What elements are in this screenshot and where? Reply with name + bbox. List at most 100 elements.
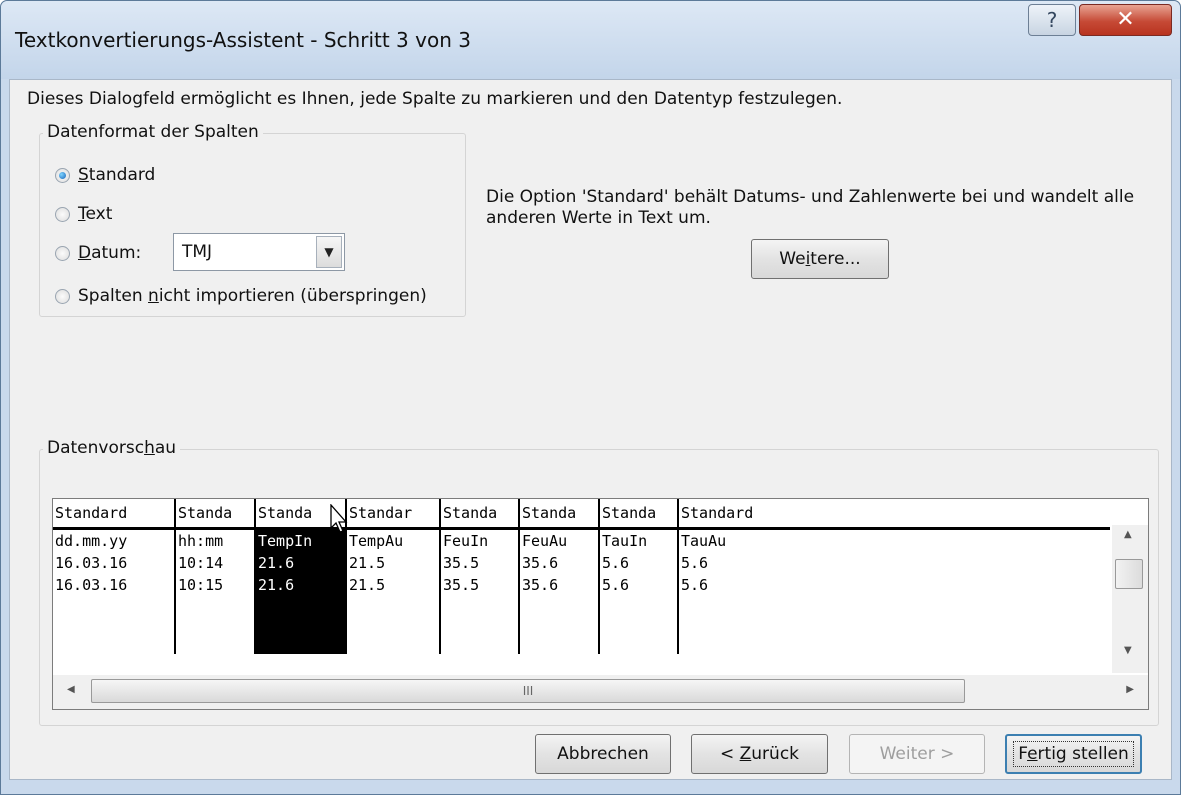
preview-cell[interactable]: 5.6 bbox=[678, 574, 1110, 596]
radio-skip-indicator[interactable] bbox=[55, 289, 70, 304]
radio-datum-accel: D bbox=[78, 243, 92, 263]
format-info-text: Die Option 'Standard' behält Datums- und… bbox=[486, 187, 1135, 228]
preview-cell[interactable]: 10:15 bbox=[175, 574, 256, 596]
preview-cell[interactable]: TauAu bbox=[678, 529, 1110, 553]
preview-cell[interactable]: 21.6 bbox=[255, 574, 347, 596]
radio-datum-label: atum: bbox=[91, 243, 142, 263]
radio-standard-label: tandard bbox=[88, 165, 156, 185]
radio-text-accel: T bbox=[78, 204, 86, 224]
scroll-left-icon[interactable]: ◀ bbox=[67, 684, 75, 695]
cancel-button[interactable]: Abbrechen bbox=[535, 734, 671, 774]
dialog-description: Dieses Dialogfeld ermöglicht es Ihnen, j… bbox=[27, 89, 843, 109]
preview-cell-empty bbox=[599, 596, 679, 654]
preview-cell[interactable]: dd.mm.yy bbox=[53, 528, 176, 552]
finish-button[interactable]: Fertig stellen bbox=[1005, 734, 1142, 774]
column-type-header[interactable]: Standa bbox=[440, 499, 520, 530]
column-type-header[interactable]: Standar bbox=[346, 499, 441, 530]
radio-datum[interactable]: Datum: bbox=[55, 241, 141, 265]
preview-cell-empty bbox=[53, 596, 176, 654]
radio-datum-indicator[interactable] bbox=[55, 246, 70, 261]
mouse-pointer-icon bbox=[330, 504, 348, 533]
grip-icon: III bbox=[522, 684, 534, 698]
preview-cell[interactable]: FeuIn bbox=[440, 528, 520, 552]
preview-cell-empty bbox=[255, 596, 347, 654]
more-button-prefix: We bbox=[779, 249, 806, 269]
data-preview-label-rest: au bbox=[154, 438, 177, 458]
text-import-wizard-window: Textkonvertierungs-Assistent - Schritt 3… bbox=[0, 0, 1181, 795]
preview-cell[interactable]: 35.5 bbox=[440, 574, 520, 596]
preview-empty-row bbox=[53, 596, 1110, 654]
preview-cell-empty bbox=[346, 596, 441, 654]
scroll-right-icon[interactable]: ▶ bbox=[1126, 684, 1134, 695]
preview-cell-empty bbox=[678, 596, 1110, 654]
data-preview-pane[interactable]: Standard Standa Standa Standar Standa St… bbox=[52, 498, 1149, 710]
column-type-header[interactable]: Standa bbox=[175, 499, 256, 530]
preview-cell[interactable]: 16.03.16 bbox=[53, 574, 176, 596]
scroll-down-icon[interactable]: ▼ bbox=[1124, 645, 1132, 656]
column-type-header[interactable]: Standard bbox=[53, 499, 176, 530]
preview-cell[interactable]: 10:14 bbox=[175, 552, 256, 574]
more-button[interactable]: Weitere... bbox=[751, 239, 889, 279]
back-button-prefix: < bbox=[719, 744, 740, 764]
radio-skip-column[interactable]: Spalten nicht importieren (überspringen) bbox=[55, 284, 427, 308]
preview-cell[interactable]: hh:mm bbox=[175, 528, 256, 552]
help-button[interactable]: ? bbox=[1028, 4, 1076, 36]
more-button-label: tere... bbox=[810, 249, 861, 269]
date-format-dropdown-button[interactable]: ▼ bbox=[316, 236, 342, 268]
radio-text-label: ext bbox=[85, 204, 113, 224]
back-button-label: urück bbox=[751, 744, 800, 764]
radio-text-indicator[interactable] bbox=[55, 207, 70, 222]
data-preview-label-prefix: Datenvorsc bbox=[47, 438, 145, 458]
horizontal-scroll-thumb[interactable]: III bbox=[91, 679, 965, 703]
horizontal-scrollbar[interactable]: ◀ III ▶ bbox=[53, 675, 1148, 709]
preview-cell[interactable]: 5.6 bbox=[599, 574, 679, 596]
column-type-header[interactable]: Standard bbox=[678, 499, 1110, 530]
preview-cell[interactable]: 21.6 bbox=[255, 552, 347, 574]
vertical-scroll-thumb[interactable] bbox=[1115, 559, 1143, 589]
preview-row: 16.03.16 10:15 21.6 21.5 35.5 35.6 5.6 5… bbox=[53, 574, 1110, 596]
back-button[interactable]: < Zurück bbox=[691, 734, 828, 774]
date-format-select[interactable]: TMJ ▼ bbox=[173, 233, 345, 271]
chevron-down-icon: ▼ bbox=[324, 245, 334, 259]
title-bar[interactable]: Textkonvertierungs-Assistent - Schritt 3… bbox=[1, 1, 1180, 79]
finish-button-accel: e bbox=[1027, 744, 1038, 764]
data-preview-table: Standard Standa Standa Standar Standa St… bbox=[53, 499, 1110, 654]
column-type-header[interactable]: Standa bbox=[599, 499, 679, 530]
preview-cell[interactable]: 35.5 bbox=[440, 552, 520, 574]
radio-text[interactable]: Text bbox=[55, 202, 112, 226]
back-button-accel: Z bbox=[739, 744, 752, 764]
date-format-value: TMJ bbox=[182, 242, 213, 262]
data-preview-group-label: Datenvorschau bbox=[43, 438, 181, 458]
preview-cell[interactable]: 5.6 bbox=[599, 552, 679, 574]
column-format-group-label: Datenformat der Spalten bbox=[43, 122, 263, 142]
window-title: Textkonvertierungs-Assistent - Schritt 3… bbox=[15, 28, 471, 52]
scroll-up-icon[interactable]: ▲ bbox=[1124, 529, 1132, 540]
radio-skip-label-prefix: Spalten bbox=[78, 286, 149, 306]
radio-skip-label: icht importieren (überspringen) bbox=[158, 286, 427, 306]
preview-cell[interactable]: 21.5 bbox=[346, 552, 441, 574]
data-preview-label-accel: h bbox=[144, 438, 155, 458]
finish-button-focus: Fertig stellen bbox=[1013, 741, 1134, 767]
finish-button-prefix: F bbox=[1018, 744, 1028, 764]
close-button[interactable]: ✕ bbox=[1079, 4, 1172, 36]
radio-standard-indicator[interactable] bbox=[55, 168, 70, 183]
help-icon: ? bbox=[1046, 8, 1058, 32]
radio-standard-accel: S bbox=[78, 165, 89, 185]
preview-cell[interactable]: TempAu bbox=[346, 528, 441, 552]
preview-cell-empty bbox=[175, 596, 256, 654]
vertical-scrollbar[interactable]: ▲ ▼ bbox=[1112, 525, 1148, 673]
preview-cell[interactable]: 21.5 bbox=[346, 574, 441, 596]
column-type-header[interactable]: Standa bbox=[519, 499, 600, 530]
preview-cell[interactable]: FeuAu bbox=[519, 528, 600, 552]
radio-standard[interactable]: Standard bbox=[55, 163, 155, 187]
preview-row: dd.mm.yy hh:mm TempIn TempAu FeuIn FeuAu… bbox=[53, 528, 1110, 553]
preview-cell[interactable]: 16.03.16 bbox=[53, 552, 176, 574]
radio-skip-accel: n bbox=[148, 286, 159, 306]
preview-cell[interactable]: TauIn bbox=[599, 528, 679, 552]
preview-cell-empty bbox=[519, 596, 600, 654]
preview-cell[interactable]: 35.6 bbox=[519, 574, 600, 596]
next-button[interactable]: Weiter > bbox=[849, 734, 985, 774]
preview-cell[interactable]: 35.6 bbox=[519, 552, 600, 574]
preview-cell[interactable]: 5.6 bbox=[678, 552, 1110, 574]
finish-button-label: rtig stellen bbox=[1037, 744, 1129, 764]
